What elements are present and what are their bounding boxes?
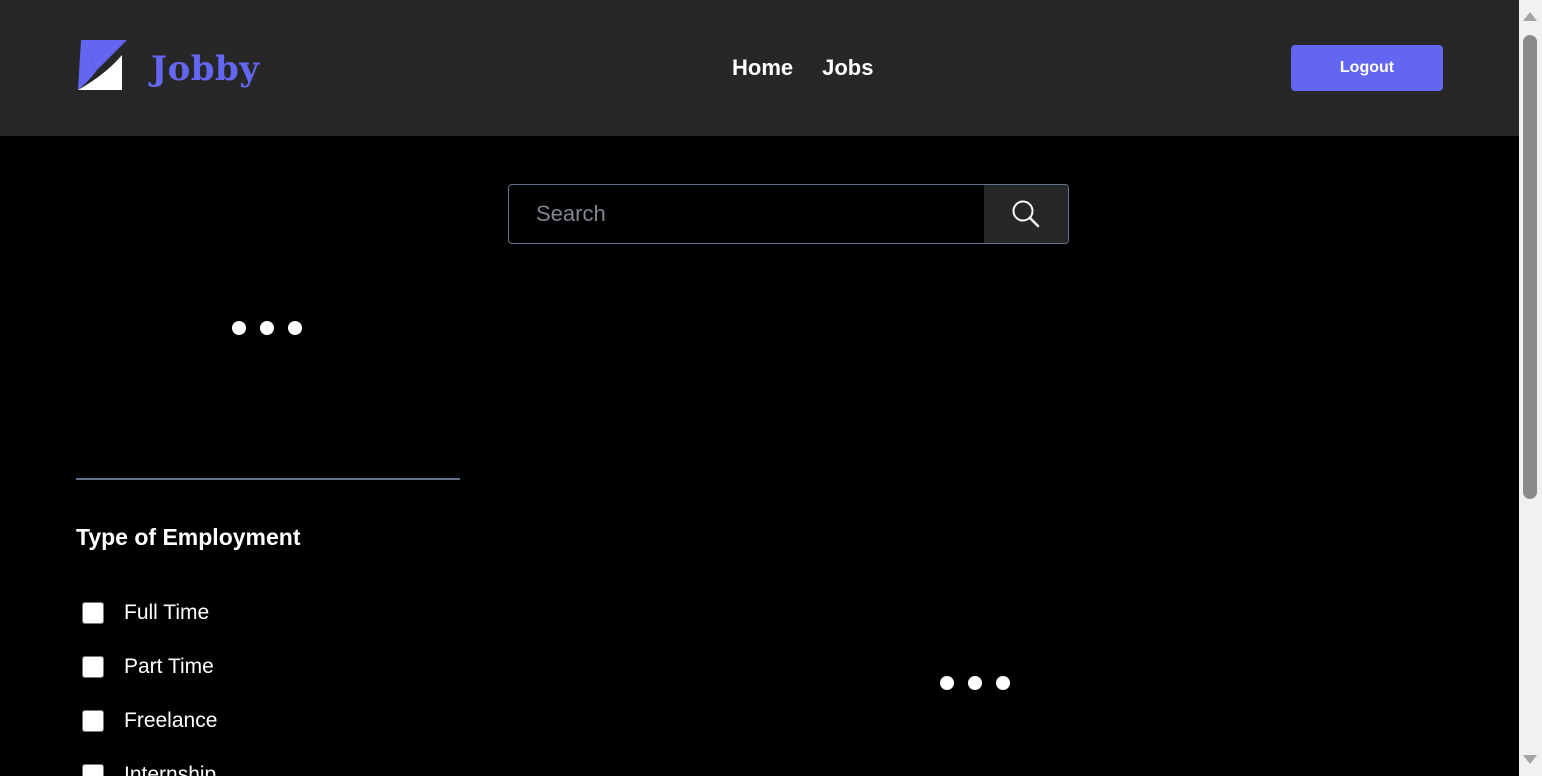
checkbox-full-time[interactable] bbox=[82, 602, 104, 624]
search-button[interactable] bbox=[984, 185, 1068, 243]
nav-item-jobs: Jobs bbox=[822, 52, 873, 84]
nav-link-home[interactable]: Home bbox=[732, 55, 793, 80]
search-input[interactable] bbox=[509, 185, 984, 243]
employment-option-full-time: Full Time bbox=[82, 586, 217, 640]
vertical-scrollbar[interactable] bbox=[1519, 0, 1542, 776]
profile-loader bbox=[232, 321, 302, 335]
employment-option-internship: Internship bbox=[82, 748, 217, 776]
loader-dot bbox=[288, 321, 302, 335]
search-bar bbox=[508, 184, 1069, 244]
jobs-page: Jobby Home Jobs Logout Type of Employmen… bbox=[0, 0, 1542, 776]
scroll-down-arrow-icon[interactable] bbox=[1523, 755, 1537, 764]
label-part-time[interactable]: Part Time bbox=[124, 653, 214, 681]
scrollbar-thumb[interactable] bbox=[1523, 35, 1537, 499]
brand-name[interactable]: Jobby bbox=[151, 44, 260, 94]
employment-option-part-time: Part Time bbox=[82, 640, 217, 694]
employment-option-freelance: Freelance bbox=[82, 694, 217, 748]
jobs-loader bbox=[940, 676, 1010, 690]
employment-type-list: Full Time Part Time Freelance Internship bbox=[82, 586, 217, 776]
loader-dot bbox=[968, 676, 982, 690]
search-icon bbox=[1012, 200, 1040, 228]
nav-link-jobs[interactable]: Jobs bbox=[822, 55, 873, 80]
nav-item-home: Home bbox=[732, 52, 793, 84]
scroll-up-arrow-icon[interactable] bbox=[1523, 12, 1537, 21]
loader-dot bbox=[996, 676, 1010, 690]
section-divider bbox=[76, 478, 460, 480]
label-freelance[interactable]: Freelance bbox=[124, 707, 217, 735]
checkbox-internship[interactable] bbox=[82, 764, 104, 776]
loader-dot bbox=[260, 321, 274, 335]
jobby-logo-icon[interactable] bbox=[76, 38, 128, 92]
main-nav: Home Jobs bbox=[732, 52, 873, 84]
logout-button[interactable]: Logout bbox=[1291, 45, 1443, 91]
employment-type-heading: Type of Employment bbox=[76, 524, 301, 550]
top-navbar: Jobby Home Jobs Logout bbox=[0, 0, 1519, 136]
label-internship[interactable]: Internship bbox=[124, 761, 216, 776]
checkbox-freelance[interactable] bbox=[82, 710, 104, 732]
loader-dot bbox=[232, 321, 246, 335]
checkbox-part-time[interactable] bbox=[82, 656, 104, 678]
label-full-time[interactable]: Full Time bbox=[124, 599, 209, 627]
loader-dot bbox=[940, 676, 954, 690]
